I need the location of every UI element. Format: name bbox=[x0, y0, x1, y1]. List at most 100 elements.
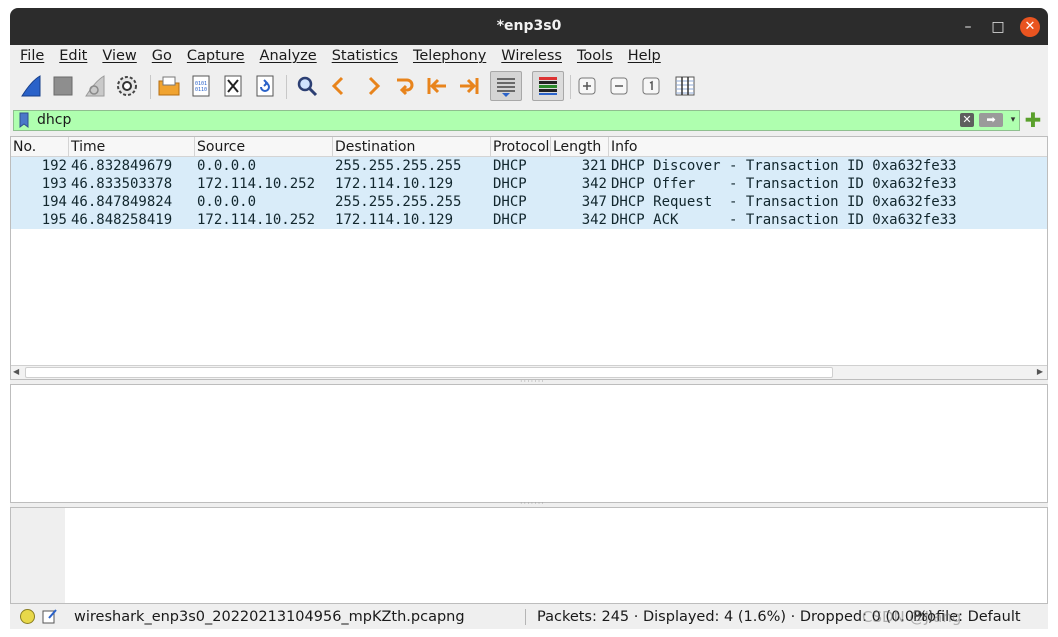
column-source[interactable]: Source bbox=[195, 137, 333, 157]
save-file-icon[interactable]: 0101 0110 bbox=[188, 73, 214, 99]
zoom-in-icon[interactable] bbox=[574, 73, 600, 99]
cell-protocol: DHCP bbox=[493, 212, 527, 228]
menu-file[interactable]: File bbox=[20, 45, 44, 67]
status-separator bbox=[525, 609, 526, 625]
cell-time: 46.832849679 bbox=[71, 158, 173, 174]
packet-count-status: Packets: 245 · Displayed: 4 (1.6%) · Dro… bbox=[537, 609, 934, 625]
apply-filter-icon[interactable]: ➡ bbox=[979, 113, 1003, 127]
shark-fin-start-icon[interactable] bbox=[18, 73, 44, 99]
close-button[interactable]: ✕ bbox=[1020, 17, 1040, 37]
title-bar: *enp3s0 – □ ✕ bbox=[10, 8, 1048, 45]
close-file-icon[interactable] bbox=[220, 73, 246, 99]
open-folder-icon[interactable] bbox=[156, 73, 182, 99]
cell-no: 194 bbox=[41, 194, 67, 210]
first-packet-icon[interactable] bbox=[424, 73, 450, 99]
scrollbar-thumb[interactable] bbox=[25, 367, 833, 378]
cell-length: 342 bbox=[581, 212, 607, 228]
cell-source: 172.114.10.252 bbox=[197, 176, 316, 192]
packet-list: No. Time Source Destination Protocol Len… bbox=[10, 136, 1048, 380]
cell-length: 342 bbox=[581, 176, 607, 192]
bytes-offset-gutter bbox=[11, 508, 65, 603]
cell-source: 0.0.0.0 bbox=[197, 194, 257, 210]
cell-info: DHCP Offer - Transaction ID 0xa632fe33 bbox=[611, 176, 957, 192]
cell-no: 195 bbox=[41, 212, 67, 228]
cell-source: 172.114.10.252 bbox=[197, 212, 316, 228]
cell-length: 321 bbox=[581, 158, 607, 174]
reload-icon[interactable] bbox=[252, 73, 278, 99]
expert-info-led-icon[interactable] bbox=[20, 609, 35, 624]
window-title: *enp3s0 bbox=[496, 18, 562, 34]
menu-analyze[interactable]: Analyze bbox=[260, 45, 317, 67]
restart-fin-icon[interactable] bbox=[82, 73, 108, 99]
display-filter-input[interactable]: dhcp bbox=[37, 112, 71, 129]
scroll-right-icon[interactable]: ▶ bbox=[1037, 367, 1043, 376]
menu-help[interactable]: Help bbox=[628, 45, 661, 67]
go-to-packet-icon[interactable] bbox=[392, 73, 418, 99]
column-no[interactable]: No. bbox=[11, 137, 69, 157]
packet-bytes-pane[interactable] bbox=[10, 507, 1048, 604]
menu-view[interactable]: View bbox=[102, 45, 136, 67]
profile-status[interactable]: Profile: Default bbox=[913, 608, 1021, 626]
cell-length: 347 bbox=[581, 194, 607, 210]
autoscroll-icon[interactable] bbox=[490, 71, 522, 101]
column-destination[interactable]: Destination bbox=[333, 137, 491, 157]
menu-tools[interactable]: Tools bbox=[577, 45, 613, 67]
menu-go[interactable]: Go bbox=[152, 45, 172, 67]
cell-no: 193 bbox=[41, 176, 67, 192]
cell-destination: 255.255.255.255 bbox=[335, 158, 462, 174]
toolbar-separator bbox=[150, 75, 151, 99]
clear-filter-icon[interactable]: ✕ bbox=[960, 113, 974, 127]
table-row[interactable]: 192 46.832849679 0.0.0.0 255.255.255.255… bbox=[11, 157, 1047, 175]
main-toolbar: 0101 0110 bbox=[10, 69, 1048, 105]
resize-columns-icon[interactable] bbox=[672, 73, 698, 99]
table-row[interactable]: 194 46.847849824 0.0.0.0 255.255.255.255… bbox=[11, 193, 1047, 211]
bookmark-icon[interactable] bbox=[16, 112, 32, 129]
packet-list-header: No. Time Source Destination Protocol Len… bbox=[11, 137, 1047, 157]
svg-text:0110: 0110 bbox=[195, 87, 207, 93]
cell-destination: 172.114.10.129 bbox=[335, 212, 454, 228]
cell-time: 46.847849824 bbox=[71, 194, 173, 210]
cell-info: DHCP Discover - Transaction ID 0xa632fe3… bbox=[611, 158, 957, 174]
menu-wireless[interactable]: Wireless bbox=[501, 45, 562, 67]
go-forward-icon[interactable] bbox=[360, 73, 386, 99]
cell-no: 192 bbox=[41, 158, 67, 174]
capture-comment-icon[interactable] bbox=[42, 608, 58, 624]
maximize-button[interactable]: □ bbox=[988, 17, 1008, 37]
stop-square-icon[interactable] bbox=[50, 73, 76, 99]
last-packet-icon[interactable] bbox=[456, 73, 482, 99]
menu-telephony[interactable]: Telephony bbox=[413, 45, 486, 67]
cell-info: DHCP Request - Transaction ID 0xa632fe33 bbox=[611, 194, 957, 210]
colorize-icon[interactable] bbox=[532, 71, 564, 101]
gear-options-icon[interactable] bbox=[114, 73, 140, 99]
cell-destination: 255.255.255.255 bbox=[335, 194, 462, 210]
go-back-icon[interactable] bbox=[326, 73, 352, 99]
minimize-button[interactable]: – bbox=[958, 17, 978, 37]
cell-time: 46.848258419 bbox=[71, 212, 173, 228]
menu-bar: File Edit View Go Capture Analyze Statis… bbox=[10, 45, 1048, 67]
menu-edit[interactable]: Edit bbox=[59, 45, 87, 67]
cell-protocol: DHCP bbox=[493, 158, 527, 174]
capture-file-name: wireshark_enp3s0_20220213104956_mpKZth.p… bbox=[74, 609, 465, 625]
cell-protocol: DHCP bbox=[493, 194, 527, 210]
cell-info: DHCP ACK - Transaction ID 0xa632fe33 bbox=[611, 212, 957, 228]
column-info[interactable]: Info bbox=[609, 137, 1047, 157]
add-filter-button-icon[interactable]: ✚ bbox=[1024, 110, 1042, 130]
table-row[interactable]: 193 46.833503378 172.114.10.252 172.114.… bbox=[11, 175, 1047, 193]
status-bar: wireshark_enp3s0_20220213104956_mpKZth.p… bbox=[10, 606, 1048, 628]
normal-size-icon[interactable] bbox=[638, 73, 664, 99]
search-icon[interactable] bbox=[294, 73, 320, 99]
filter-dropdown-icon[interactable]: ▾ bbox=[1007, 111, 1019, 130]
toolbar-separator bbox=[286, 75, 287, 99]
display-filter-bar: dhcp ✕ ➡ ▾ bbox=[13, 110, 1020, 131]
toolbar-separator bbox=[570, 75, 571, 99]
zoom-out-icon[interactable] bbox=[606, 73, 632, 99]
packet-details-pane[interactable] bbox=[10, 384, 1048, 503]
column-protocol[interactable]: Protocol bbox=[491, 137, 551, 157]
column-time[interactable]: Time bbox=[69, 137, 195, 157]
table-row[interactable]: 195 46.848258419 172.114.10.252 172.114.… bbox=[11, 211, 1047, 229]
scroll-left-icon[interactable]: ◀ bbox=[13, 367, 19, 376]
column-length[interactable]: Length bbox=[551, 137, 609, 157]
menu-capture[interactable]: Capture bbox=[187, 45, 245, 67]
cell-destination: 172.114.10.129 bbox=[335, 176, 454, 192]
menu-statistics[interactable]: Statistics bbox=[332, 45, 398, 67]
